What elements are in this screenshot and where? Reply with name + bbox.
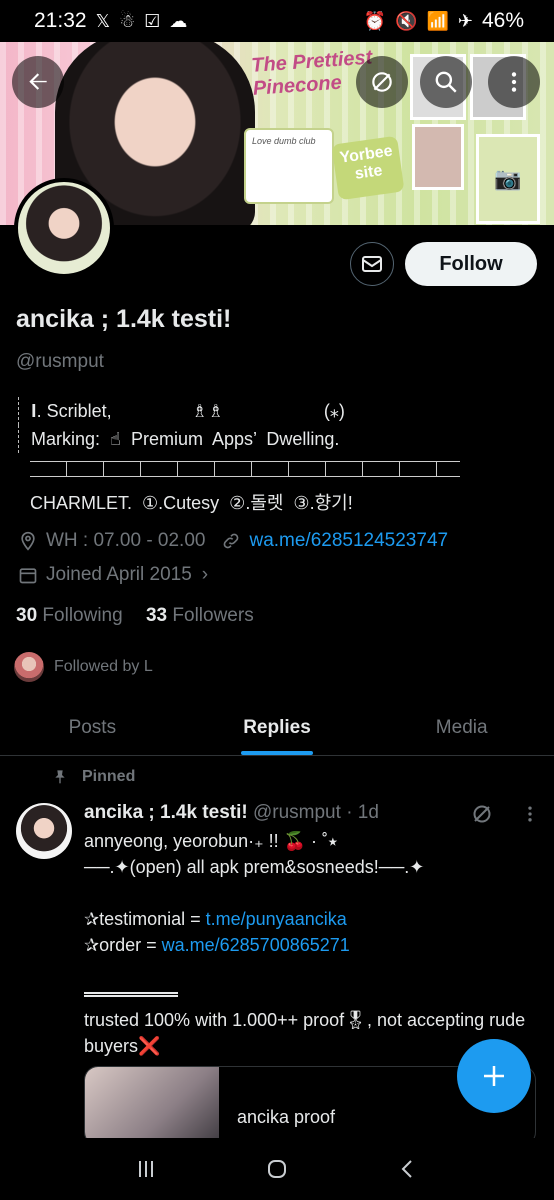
status-time: 21:32 (34, 9, 87, 32)
profile-avatar[interactable] (14, 178, 114, 278)
bio-divider (30, 461, 460, 477)
profile-bio: 𝐈. Scriblet, ♗♗ (⁎) Marking: ☝ Premium A… (18, 397, 538, 515)
chevron-right-icon[interactable]: › (202, 564, 208, 586)
testimonial-label: ✰testimonial = (84, 909, 206, 929)
airplane-icon: ✈ (457, 11, 473, 31)
post-line: ──.✦(open) all apk prem&sosneeds!──.✦ (84, 857, 425, 877)
bio-line: CHARMLET. ①.Cutesy ②.돌렛 ③.향기! (30, 493, 353, 513)
location-pin-icon (21, 531, 35, 551)
recents-button[interactable] (126, 1149, 166, 1189)
order-link[interactable]: wa.me/6285700865271 (162, 935, 350, 955)
post-line: ✰testimonial = t.me/punyaancika (84, 906, 534, 932)
system-nav-bar (0, 1138, 554, 1200)
tab-posts[interactable]: Posts (0, 700, 185, 755)
post-author-avatar[interactable] (16, 803, 72, 859)
bio-line: Marking: ☝ Premium Apps’ Dwelling. (18, 425, 538, 453)
bio-line: 𝐈. Scriblet, ♗♗ (⁎) (18, 397, 538, 425)
followed-by[interactable]: Followed by L (14, 652, 153, 682)
grok-button[interactable] (356, 56, 408, 108)
order-label: ✰order = (84, 935, 162, 955)
tab-replies[interactable]: Replies (185, 700, 370, 755)
link-card-title: ancika proof (237, 1107, 336, 1127)
post-blank-line (84, 880, 534, 906)
post-actions (470, 802, 540, 826)
banner-card: Love dumb club (244, 128, 334, 204)
profile-joined: Joined April 2015 (46, 564, 192, 585)
search-icon (435, 71, 457, 93)
tab-media[interactable]: Media (369, 700, 554, 755)
follow-button[interactable]: Follow (405, 242, 537, 286)
profile-meta-row: WH : 07.00 - 02.00 wa.me/6285124523747 (18, 530, 448, 552)
back-button[interactable] (12, 56, 64, 108)
grok-icon[interactable] (470, 802, 494, 826)
pin-icon (55, 770, 65, 784)
back-chevron-icon (401, 1160, 413, 1178)
cloud-icon: ☁ (169, 11, 188, 31)
more-options-button[interactable] (488, 56, 540, 108)
mute-icon: 🔇 (395, 11, 418, 31)
plus-icon (484, 1066, 504, 1086)
recents-icon (138, 1161, 153, 1177)
more-vertical-icon[interactable] (520, 804, 540, 824)
message-button[interactable] (350, 242, 394, 286)
post-line: annyeong, yeorobun·₊ !! 🍒 · ˚⭑ (84, 831, 338, 851)
banner-yorbee-sticker: Yorbee site (331, 135, 405, 201)
check-icon: ☑ (144, 11, 161, 31)
grok-icon (372, 72, 392, 92)
followers-link[interactable]: 33 Followers (146, 605, 254, 626)
followers-label: Followers (172, 605, 254, 626)
testimonial-link[interactable]: t.me/punyaancika (206, 909, 347, 929)
alarm-icon: ⏰ (363, 11, 387, 31)
followers-count: 33 (145, 605, 168, 626)
back-nav-button[interactable] (388, 1149, 428, 1189)
post-body: annyeong, yeorobun·₊ !! 🍒 · ˚⭑ ──.✦(open… (84, 828, 534, 1059)
link-icon (224, 533, 239, 549)
banner-photo-small (412, 124, 464, 190)
follow-counts: 30 Following 33 Followers (16, 605, 254, 627)
following-link[interactable]: 30 Following (16, 605, 123, 626)
notification-icon: ☃ (119, 11, 136, 31)
followed-by-text: Followed by L (54, 658, 153, 675)
home-button[interactable] (257, 1149, 297, 1189)
arrow-left-icon (29, 73, 47, 90)
post-blank-line (84, 958, 534, 984)
search-button[interactable] (420, 56, 472, 108)
profile-name: ancika ; 1.4k testi! (16, 305, 232, 333)
post-time[interactable]: 1d (358, 802, 379, 823)
wifi-icon: 📶 (426, 11, 449, 31)
x-app-icon: 𝕏 (95, 11, 111, 31)
pinned-label: Pinned (52, 768, 135, 786)
post-divider (84, 992, 178, 997)
home-icon (267, 1160, 286, 1178)
profile-meta-row: Joined April 2015 › (18, 564, 208, 586)
status-bar: 21:32 𝕏 ☃ ☑ ☁ ⏰ 🔇 📶 ✈ 46% (0, 0, 554, 42)
link-card-thumbnail (85, 1067, 219, 1145)
post-dot: · (346, 802, 358, 823)
pinned-text: Pinned (82, 768, 136, 785)
following-label: Following (42, 605, 123, 626)
post-header: ancika ; 1.4k testi! @rusmput · 1d (84, 802, 379, 824)
avatar (14, 652, 44, 682)
camera-icon: 📷 (476, 134, 540, 224)
more-vertical-icon (511, 72, 517, 92)
post-line: ✰order = wa.me/6285700865271 (84, 932, 534, 958)
following-count: 30 (16, 605, 38, 626)
profile-website-link[interactable]: wa.me/6285124523747 (249, 530, 448, 552)
compose-button[interactable] (457, 1039, 531, 1113)
post-author-name[interactable]: ancika ; 1.4k testi! (84, 802, 248, 823)
post-author-handle: @rusmput (252, 802, 341, 823)
profile-location: WH : 07.00 - 02.00 (46, 530, 206, 551)
mail-icon (362, 256, 382, 272)
battery-level: 46% (481, 9, 524, 32)
profile-handle: @rusmput (16, 351, 104, 372)
profile-tabs: Posts Replies Media (0, 700, 554, 756)
calendar-icon (19, 568, 37, 584)
